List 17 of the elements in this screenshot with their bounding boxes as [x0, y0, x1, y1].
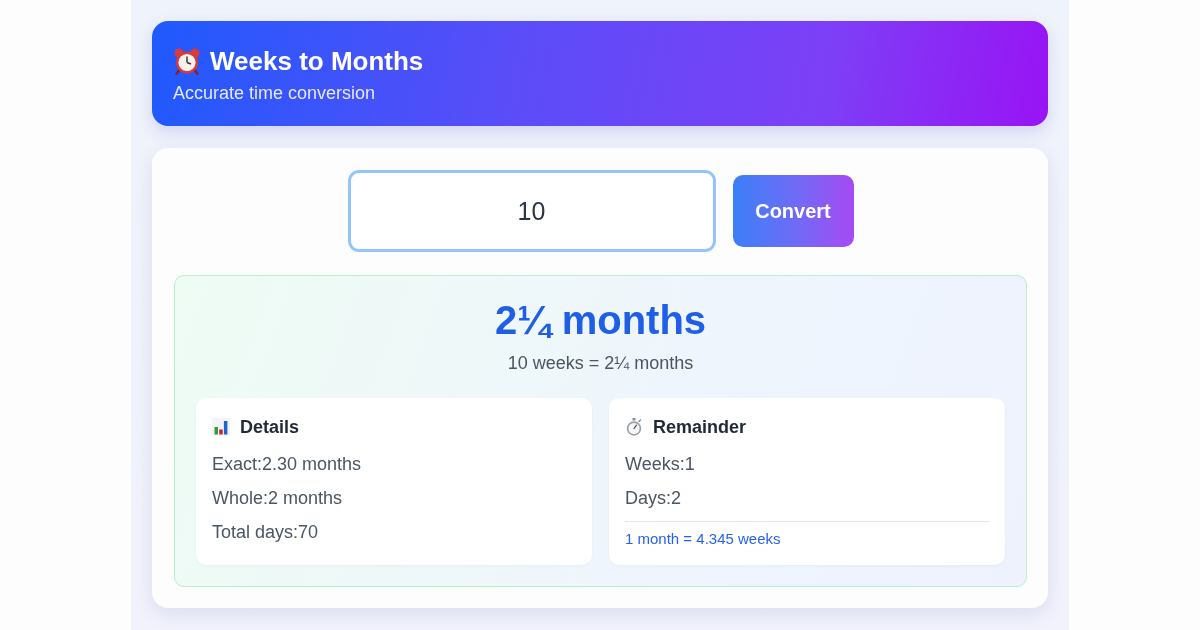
- app-subtitle: Accurate time conversion: [173, 82, 377, 104]
- card-title: Details: [240, 416, 300, 438]
- stopwatch-icon: [625, 418, 643, 436]
- alarm-clock-icon: [173, 47, 201, 75]
- conversion-note: 1 month = 4.345 weeks: [625, 530, 782, 548]
- result-equation: 10 weeks = 2¼ months: [506, 352, 695, 374]
- result-headline: 2¼ months: [493, 297, 708, 344]
- detail-text: Whole:2 months: [212, 487, 344, 509]
- detail-text: Exact:2.30 months: [212, 453, 363, 475]
- detail-text: Total days:70: [212, 521, 320, 543]
- convert-button[interactable]: Convert: [732, 175, 854, 247]
- card-title: Remainder: [653, 416, 747, 438]
- bar-chart-icon: [212, 418, 230, 436]
- weeks-input-field[interactable]: 10: [347, 170, 716, 252]
- detail-text: Days:2: [625, 487, 683, 509]
- app-title: Weeks to Months: [210, 45, 424, 77]
- detail-text: Weeks:1: [625, 453, 696, 475]
